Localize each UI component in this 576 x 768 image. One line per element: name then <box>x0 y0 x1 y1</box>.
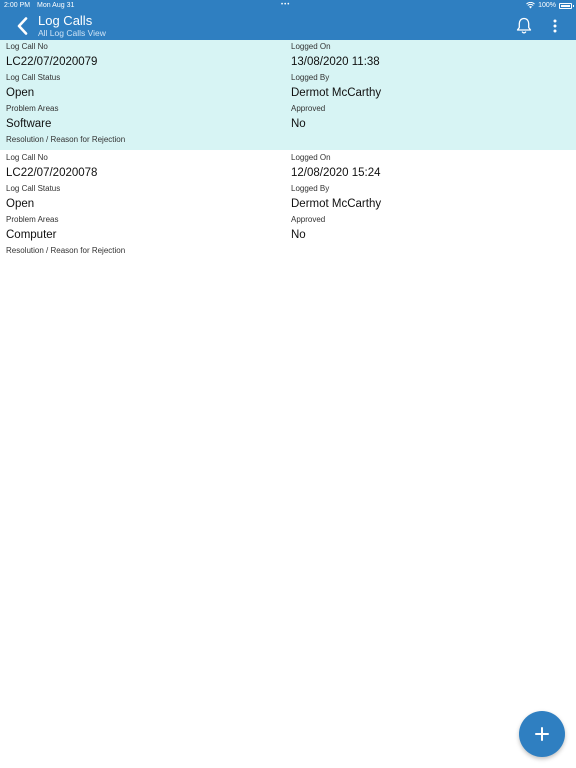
field-logged-on: Logged On 13/08/2020 11:38 <box>291 42 380 69</box>
label-log-call-no: Log Call No <box>6 153 48 162</box>
label-status: Log Call Status <box>6 184 61 193</box>
label-logged-on: Logged On <box>291 153 331 162</box>
label-resolution: Resolution / Reason for Rejection <box>6 135 126 144</box>
bell-icon <box>516 17 532 34</box>
value-log-call-no: LC22/07/2020078 <box>6 167 98 179</box>
status-time: 2:00 PM <box>4 2 31 9</box>
wifi-icon <box>526 2 535 9</box>
field-log-call-no: Log Call No LC22/07/2020079 <box>6 42 97 69</box>
value-problem-areas: Computer <box>6 229 57 241</box>
notifications-button[interactable] <box>515 16 533 35</box>
label-resolution: Resolution / Reason for Rejection <box>6 246 126 255</box>
more-vertical-icon <box>553 19 557 32</box>
field-logged-by: Logged By Dermot McCarthy <box>291 73 381 100</box>
log-call-record[interactable]: Log Call No LC22/07/2020079 Logged On 13… <box>0 40 576 150</box>
label-logged-by: Logged By <box>291 184 330 193</box>
page-title: Log Calls <box>38 13 93 28</box>
more-menu-button[interactable] <box>548 16 562 35</box>
chevron-left-icon <box>17 17 28 35</box>
add-log-call-button[interactable] <box>519 711 565 757</box>
field-status: Log Call Status Open <box>6 184 60 211</box>
label-log-call-no: Log Call No <box>6 42 48 51</box>
multitasking-dots-icon: ••• <box>281 2 291 8</box>
value-log-call-no: LC22/07/2020079 <box>6 56 98 68</box>
status-right: 100% <box>526 0 574 11</box>
value-status: Open <box>6 87 35 99</box>
log-calls-list: Log Call No LC22/07/2020079 Logged On 13… <box>0 40 576 260</box>
value-approved: No <box>291 118 306 130</box>
label-approved: Approved <box>291 215 326 224</box>
value-status: Open <box>6 198 35 210</box>
value-problem-areas: Software <box>6 118 52 130</box>
field-logged-on: Logged On 12/08/2020 15:24 <box>291 153 381 180</box>
field-logged-by: Logged By Dermot McCarthy <box>291 184 381 211</box>
field-problem-areas: Problem Areas Computer <box>6 215 58 242</box>
label-status: Log Call Status <box>6 73 61 82</box>
label-approved: Approved <box>291 104 326 113</box>
page-subtitle: All Log Calls View <box>38 28 106 38</box>
label-logged-on: Logged On <box>291 42 331 51</box>
field-resolution: Resolution / Reason for Rejection <box>6 246 125 256</box>
app-bar: Log Calls All Log Calls View <box>0 11 576 40</box>
battery-percent: 100% <box>538 2 556 9</box>
label-problem-areas: Problem Areas <box>6 104 59 113</box>
value-approved: No <box>291 229 306 241</box>
field-status: Log Call Status Open <box>6 73 60 100</box>
status-date: Mon Aug 31 <box>37 2 75 9</box>
back-button[interactable] <box>12 15 32 37</box>
field-approved: Approved No <box>291 104 325 131</box>
field-resolution: Resolution / Reason for Rejection <box>6 135 125 145</box>
value-logged-by: Dermot McCarthy <box>291 198 382 210</box>
battery-icon <box>559 2 574 9</box>
value-logged-on: 12/08/2020 15:24 <box>291 167 381 179</box>
field-problem-areas: Problem Areas Software <box>6 104 58 131</box>
value-logged-by: Dermot McCarthy <box>291 87 382 99</box>
status-bar: 2:00 PM Mon Aug 31 ••• 100% <box>0 0 576 11</box>
plus-icon <box>535 727 549 741</box>
field-approved: Approved No <box>291 215 325 242</box>
label-problem-areas: Problem Areas <box>6 215 59 224</box>
field-log-call-no: Log Call No LC22/07/2020078 <box>6 153 97 180</box>
label-logged-by: Logged By <box>291 73 330 82</box>
value-logged-on: 13/08/2020 11:38 <box>291 56 380 68</box>
log-call-record[interactable]: Log Call No LC22/07/2020078 Logged On 12… <box>0 150 576 260</box>
